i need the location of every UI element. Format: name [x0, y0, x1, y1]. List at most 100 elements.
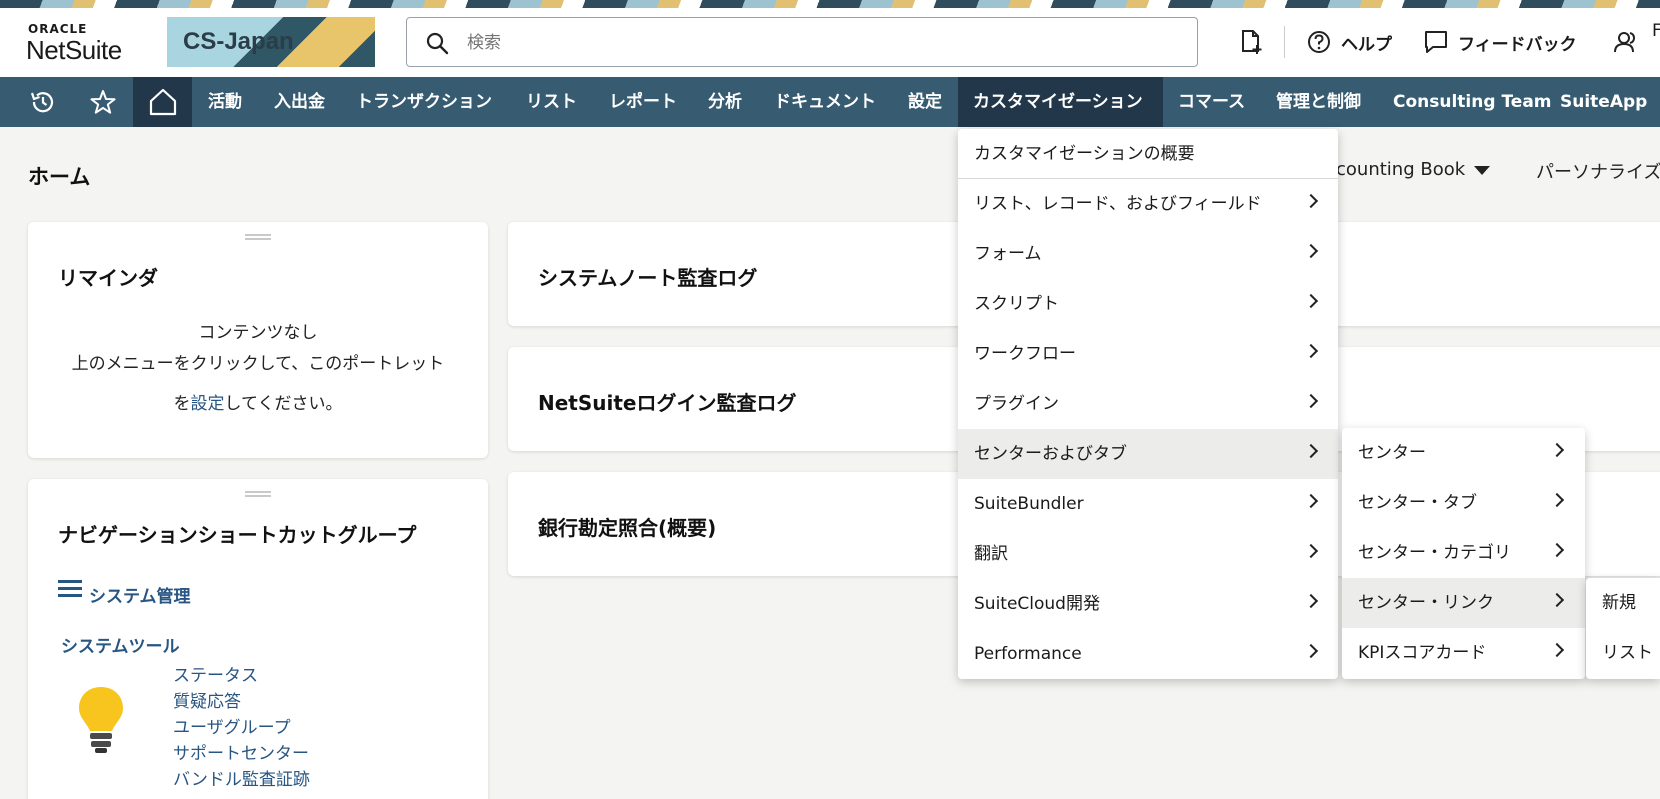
submenu-kpi-scorecards[interactable]: KPIスコアカード — [1342, 628, 1585, 678]
nav-payments[interactable]: 入出金 — [274, 77, 325, 127]
chevron-right-icon — [1549, 442, 1565, 458]
menu-centers-and-tabs-label: センターおよびタブ — [974, 444, 1127, 464]
nav-management[interactable]: 管理と制御 — [1276, 77, 1361, 127]
lightbulb-icon — [79, 687, 123, 753]
menu-lists-records-fields-label: リスト、レコード、およびフィールド — [974, 194, 1262, 214]
nav-setup[interactable]: 設定 — [908, 77, 942, 127]
menu-performance[interactable]: Performance — [958, 629, 1338, 679]
help-link[interactable]: ヘルプ — [1341, 30, 1392, 55]
centers-submenu: センター センター・タブ センター・カテゴリ センター・リンク KPIスコアカー… — [1342, 428, 1585, 679]
chevron-right-icon — [1549, 492, 1565, 508]
home-button[interactable] — [133, 77, 192, 127]
nav-activities[interactable]: 活動 — [208, 77, 242, 127]
shortcut-group-title: ナビゲーションショートカットグループ — [58, 523, 417, 547]
star-icon — [90, 90, 116, 114]
drag-handle-icon[interactable] — [245, 491, 271, 497]
home-icon — [149, 88, 176, 116]
top-header: ORACLE NetSuite CS-Japan ヘルプ フィードバック F — [0, 8, 1660, 77]
submenu-kpi-scorecards-label: KPIスコアカード — [1358, 643, 1487, 663]
drag-handle-icon[interactable] — [245, 234, 271, 240]
chevron-right-icon — [1303, 343, 1319, 359]
global-search[interactable] — [406, 17, 1198, 67]
menu-lists-records-fields[interactable]: リスト、レコード、およびフィールド — [958, 179, 1338, 229]
shortcut-link-status[interactable]: ステータス — [173, 661, 258, 686]
favorites-button[interactable] — [86, 77, 120, 127]
menu-suitebundler-label: SuiteBundler — [974, 494, 1084, 514]
menu-centers-and-tabs[interactable]: センターおよびタブ — [958, 429, 1338, 479]
submenu-center-links-label: センター・リンク — [1358, 593, 1494, 613]
chevron-right-icon — [1549, 542, 1565, 558]
submenu-list[interactable]: リスト — [1586, 628, 1660, 678]
submenu-center-tabs-label: センター・タブ — [1358, 493, 1477, 513]
menu-customization-overview[interactable]: カスタマイゼーションの概要 — [958, 129, 1338, 179]
company-logo[interactable]: CS-Japan — [167, 17, 375, 67]
shortcut-link-qa[interactable]: 質疑応答 — [173, 687, 241, 712]
menu-scripts-label: スクリプト — [974, 294, 1059, 314]
menu-translation[interactable]: 翻訳 — [958, 529, 1338, 579]
reminders-setup-link[interactable]: 設定 — [191, 394, 225, 414]
chevron-right-icon — [1549, 642, 1565, 658]
shortcut-group-portlet: ナビゲーションショートカットグループ システム管理 システムツール ステータス … — [28, 479, 488, 799]
oracle-logo-text: ORACLE — [28, 22, 88, 36]
reminders-portlet: リマインダ コンテンツなし 上のメニューをクリックして、このポートレット を設定… — [28, 222, 488, 458]
nav-suiteapp[interactable]: SuiteApp — [1560, 77, 1647, 127]
reminders-setup-line: を設定してください。 — [28, 389, 488, 414]
user-role-icon[interactable] — [1614, 29, 1640, 55]
header-divider — [1284, 26, 1285, 58]
caret-down-icon[interactable] — [1474, 166, 1490, 175]
submenu-center-categories[interactable]: センター・カテゴリ — [1342, 528, 1585, 578]
chevron-right-icon — [1303, 593, 1319, 609]
chevron-right-icon — [1303, 543, 1319, 559]
submenu-centers-label: センター — [1358, 443, 1426, 463]
reminders-setup-prefix: を — [173, 394, 191, 414]
reminders-title: リマインダ — [58, 266, 158, 290]
menu-suitecloud-dev[interactable]: SuiteCloud開発 — [958, 579, 1338, 629]
netsuite-logo[interactable]: NetSuite — [26, 35, 122, 66]
chevron-right-icon — [1549, 592, 1565, 608]
customization-menu: カスタマイゼーションの概要 リスト、レコード、およびフィールド フォーム スクリ… — [958, 129, 1338, 679]
shortcut-group-system-admin[interactable]: システム管理 — [89, 582, 191, 607]
submenu-center-categories-label: センター・カテゴリ — [1358, 543, 1511, 563]
menu-suitebundler[interactable]: SuiteBundler — [958, 479, 1338, 529]
login-audit-title: NetSuiteログイン監査ログ — [538, 391, 797, 415]
submenu-new[interactable]: 新規 — [1586, 578, 1660, 628]
recent-records-button[interactable] — [26, 77, 60, 127]
menu-workflow[interactable]: ワークフロー — [958, 329, 1338, 379]
reminders-setup-suffix: してください。 — [224, 394, 343, 414]
shortcut-link-user-groups[interactable]: ユーザグループ — [173, 713, 291, 738]
submenu-center-links[interactable]: センター・リンク — [1342, 578, 1585, 628]
menu-forms[interactable]: フォーム — [958, 229, 1338, 279]
feedback-icon[interactable] — [1423, 29, 1449, 55]
shortcut-link-bundle-audit[interactable]: バンドル監査証跡 — [173, 765, 310, 790]
page-title: ホーム — [28, 165, 91, 189]
menu-plugins[interactable]: プラグイン — [958, 379, 1338, 429]
menu-workflow-label: ワークフロー — [974, 344, 1076, 364]
nav-analytics[interactable]: 分析 — [708, 77, 742, 127]
new-record-icon[interactable] — [1238, 29, 1264, 55]
nav-consulting-team[interactable]: Consulting Team — [1393, 77, 1552, 127]
submenu-center-tabs[interactable]: センター・タブ — [1342, 478, 1585, 528]
shortcut-link-support-center[interactable]: サポートセンター — [173, 739, 309, 764]
nav-customization[interactable]: カスタマイゼーション — [973, 77, 1143, 127]
nav-lists[interactable]: リスト — [526, 77, 577, 127]
nav-documents[interactable]: ドキュメント — [774, 77, 876, 127]
accounting-book-select[interactable]: counting Book — [1336, 159, 1465, 180]
nav-transactions[interactable]: トランザクション — [356, 77, 492, 127]
submenu-centers[interactable]: センター — [1342, 428, 1585, 478]
system-tools-heading[interactable]: システムツール — [61, 632, 180, 657]
personalize-button[interactable]: パーソナライズ — [1536, 158, 1660, 184]
reminders-instructions: 上のメニューをクリックして、このポートレット — [71, 354, 445, 374]
nav-commerce[interactable]: コマース — [1178, 77, 1245, 127]
user-initial[interactable]: F — [1652, 21, 1660, 41]
search-input[interactable] — [467, 28, 1167, 58]
chevron-right-icon — [1303, 493, 1319, 509]
help-icon[interactable] — [1306, 29, 1332, 55]
menu-scripts[interactable]: スクリプト — [958, 279, 1338, 329]
nav-reports[interactable]: レポート — [609, 77, 677, 127]
company-logo-text: CS-Japan — [183, 28, 294, 55]
menu-forms-label: フォーム — [974, 244, 1042, 264]
search-icon — [426, 32, 449, 55]
header-decoration — [0, 0, 1660, 8]
feedback-link[interactable]: フィードバック — [1458, 30, 1577, 55]
chevron-right-icon — [1303, 243, 1319, 259]
